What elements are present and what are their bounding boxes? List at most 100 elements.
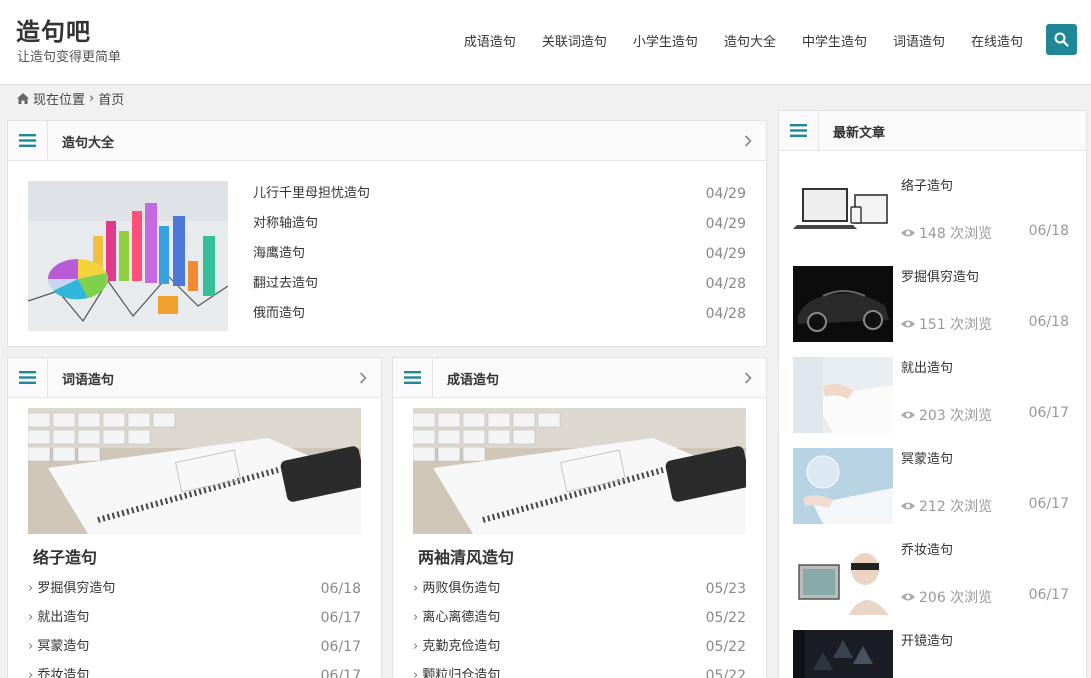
latest-item-date: 06/17 <box>1028 405 1069 421</box>
globe-laptop-photo-icon <box>793 448 893 524</box>
list-item[interactable]: 颗粒归仓造句 05/22 <box>413 666 746 678</box>
ciyu-panel-title[interactable]: 词语造句 <box>62 369 114 388</box>
latest-item-title[interactable]: 罗掘俱穷造句 <box>901 266 979 285</box>
list-item[interactable]: 俄而造句 04/28 <box>253 303 746 333</box>
ciyu-headline-title[interactable]: 络子造句 <box>33 544 97 568</box>
latest-item[interactable]: 就出造句 203 次浏览 06/17 <box>793 357 1069 433</box>
chengyu-headline-image[interactable] <box>413 408 746 534</box>
list-item-title[interactable]: 克勤克俭造句 <box>413 637 500 666</box>
list-item-date: 05/22 <box>705 610 746 626</box>
latest-item-views-text: 203 次浏览 <box>919 408 993 424</box>
list-item-title[interactable]: 离心离德造句 <box>413 608 500 637</box>
notebook-photo-icon <box>28 408 361 534</box>
featured-panel-title[interactable]: 造句大全 <box>62 132 114 151</box>
list-item[interactable]: 海鹰造句 04/29 <box>253 243 746 273</box>
site-logo-title[interactable]: 造句吧 <box>16 12 91 47</box>
chevron-right-icon[interactable] <box>744 372 752 384</box>
chengyu-panel: 成语造句 两袖清风造句 两败俱伤造句 <box>392 357 767 678</box>
latest-item[interactable]: 冥蒙造句 212 次浏览 06/17 <box>793 448 1069 524</box>
nav-item[interactable]: 在线造句 <box>971 31 1023 50</box>
list-item-date: 04/29 <box>705 186 746 202</box>
list-item[interactable]: 儿行千里母担忧造句 04/29 <box>253 183 746 213</box>
list-item-title[interactable]: 就出造句 <box>28 608 89 637</box>
latest-item-title[interactable]: 络子造句 <box>901 175 953 194</box>
list-item-date: 06/17 <box>320 610 361 626</box>
latest-item-title[interactable]: 开镜造句 <box>901 630 953 649</box>
latest-item-title[interactable]: 冥蒙造句 <box>901 448 953 467</box>
latest-item-image[interactable] <box>793 448 893 524</box>
latest-item-image[interactable] <box>793 266 893 342</box>
latest-item-title[interactable]: 乔妆造句 <box>901 539 953 558</box>
latest-item-views: 148 次浏览 <box>901 223 992 243</box>
list-item[interactable]: 就出造句 06/17 <box>28 608 361 637</box>
latest-item-views-text: 151 次浏览 <box>919 317 993 333</box>
list-item-title[interactable]: 对称轴造句 <box>253 213 318 243</box>
featured-panel-header: 造句大全 <box>8 121 766 161</box>
chengyu-article-list: 两败俱伤造句 05/23 离心离德造句 05/22 克勤克俭造句 05/22 颗… <box>413 579 746 678</box>
list-item-title[interactable]: 海鹰造句 <box>253 243 305 273</box>
list-item-date: 05/22 <box>705 668 746 678</box>
vr-person-photo-icon <box>793 539 893 615</box>
chevron-right-icon[interactable] <box>359 372 367 384</box>
menu-icon-box <box>779 111 819 150</box>
breadcrumb-current[interactable]: 首页 <box>98 89 124 108</box>
ciyu-article-list: 罗掘俱穷造句 06/18 就出造句 06/17 冥蒙造句 06/17 乔妆造句 … <box>28 579 361 678</box>
list-item-title[interactable]: 罗掘俱穷造句 <box>28 579 115 608</box>
menu-icon <box>19 371 36 384</box>
list-item[interactable]: 对称轴造句 04/29 <box>253 213 746 243</box>
home-icon <box>17 93 29 104</box>
latest-panel-title[interactable]: 最新文章 <box>833 122 885 141</box>
search-button[interactable] <box>1046 24 1077 55</box>
nav-item[interactable]: 造句大全 <box>724 31 776 50</box>
latest-item-meta: 203 次浏览 06/17 <box>901 405 1069 425</box>
list-item-title[interactable]: 冥蒙造句 <box>28 637 89 666</box>
list-item-date: 06/17 <box>320 639 361 655</box>
latest-item-image[interactable] <box>793 175 893 251</box>
latest-item[interactable]: 罗掘俱穷造句 151 次浏览 06/18 <box>793 266 1069 342</box>
list-item[interactable]: 克勤克俭造句 05/22 <box>413 637 746 666</box>
latest-item-image[interactable] <box>793 630 893 678</box>
nav-item[interactable]: 词语造句 <box>893 31 945 50</box>
list-item-title[interactable]: 儿行千里母担忧造句 <box>253 183 370 213</box>
list-item-title[interactable]: 俄而造句 <box>253 303 305 333</box>
latest-item-title[interactable]: 就出造句 <box>901 357 953 376</box>
chengyu-headline-title[interactable]: 两袖清风造句 <box>418 544 514 568</box>
featured-panel: 造句大全 儿行千里母担忧造句 04/29 对称轴造句 04/29 海鹰造句 04… <box>7 120 767 347</box>
list-item-date: 04/29 <box>705 216 746 232</box>
breadcrumb-label[interactable]: 现在位置 <box>33 89 85 108</box>
featured-article-list: 儿行千里母担忧造句 04/29 对称轴造句 04/29 海鹰造句 04/29 翻… <box>253 183 746 333</box>
list-item[interactable]: 两败俱伤造句 05/23 <box>413 579 746 608</box>
nav-item[interactable]: 中学生造句 <box>802 31 867 50</box>
list-item[interactable]: 罗掘俱穷造句 06/18 <box>28 579 361 608</box>
ciyu-headline-image[interactable] <box>28 408 361 534</box>
latest-item-views: 203 次浏览 <box>901 405 992 425</box>
latest-item-image[interactable] <box>793 357 893 433</box>
nav-item[interactable]: 关联词造句 <box>542 31 607 50</box>
chevron-right-icon[interactable] <box>744 135 752 147</box>
list-item-title[interactable]: 乔妆造句 <box>28 666 89 678</box>
list-item[interactable]: 乔妆造句 06/17 <box>28 666 361 678</box>
list-item-title[interactable]: 两败俱伤造句 <box>413 579 500 608</box>
latest-item[interactable]: 乔妆造句 206 次浏览 06/17 <box>793 539 1069 615</box>
latest-item-meta: 212 次浏览 06/17 <box>901 496 1069 516</box>
featured-image[interactable] <box>28 181 228 331</box>
latest-panel-header: 最新文章 <box>779 111 1086 151</box>
menu-icon <box>790 124 807 137</box>
list-item-date: 06/17 <box>320 668 361 678</box>
latest-item-date: 06/17 <box>1028 496 1069 512</box>
list-item-title[interactable]: 颗粒归仓造句 <box>413 666 500 678</box>
nav-item[interactable]: 成语造句 <box>464 31 516 50</box>
list-item-title[interactable]: 翻过去造句 <box>253 273 318 303</box>
list-item[interactable]: 离心离德造句 05/22 <box>413 608 746 637</box>
latest-item-image[interactable] <box>793 539 893 615</box>
list-item[interactable]: 翻过去造句 04/28 <box>253 273 746 303</box>
list-item[interactable]: 冥蒙造句 06/17 <box>28 637 361 666</box>
nav-item[interactable]: 小学生造句 <box>633 31 698 50</box>
latest-item[interactable]: 络子造句 148 次浏览 06/18 <box>793 175 1069 251</box>
chengyu-panel-title[interactable]: 成语造句 <box>447 369 499 388</box>
eye-icon <box>901 502 915 510</box>
menu-icon-box <box>8 358 48 397</box>
menu-icon-box <box>8 121 48 160</box>
latest-item[interactable]: 开镜造句 <box>793 630 1069 678</box>
latest-item-meta: 151 次浏览 06/18 <box>901 314 1069 334</box>
